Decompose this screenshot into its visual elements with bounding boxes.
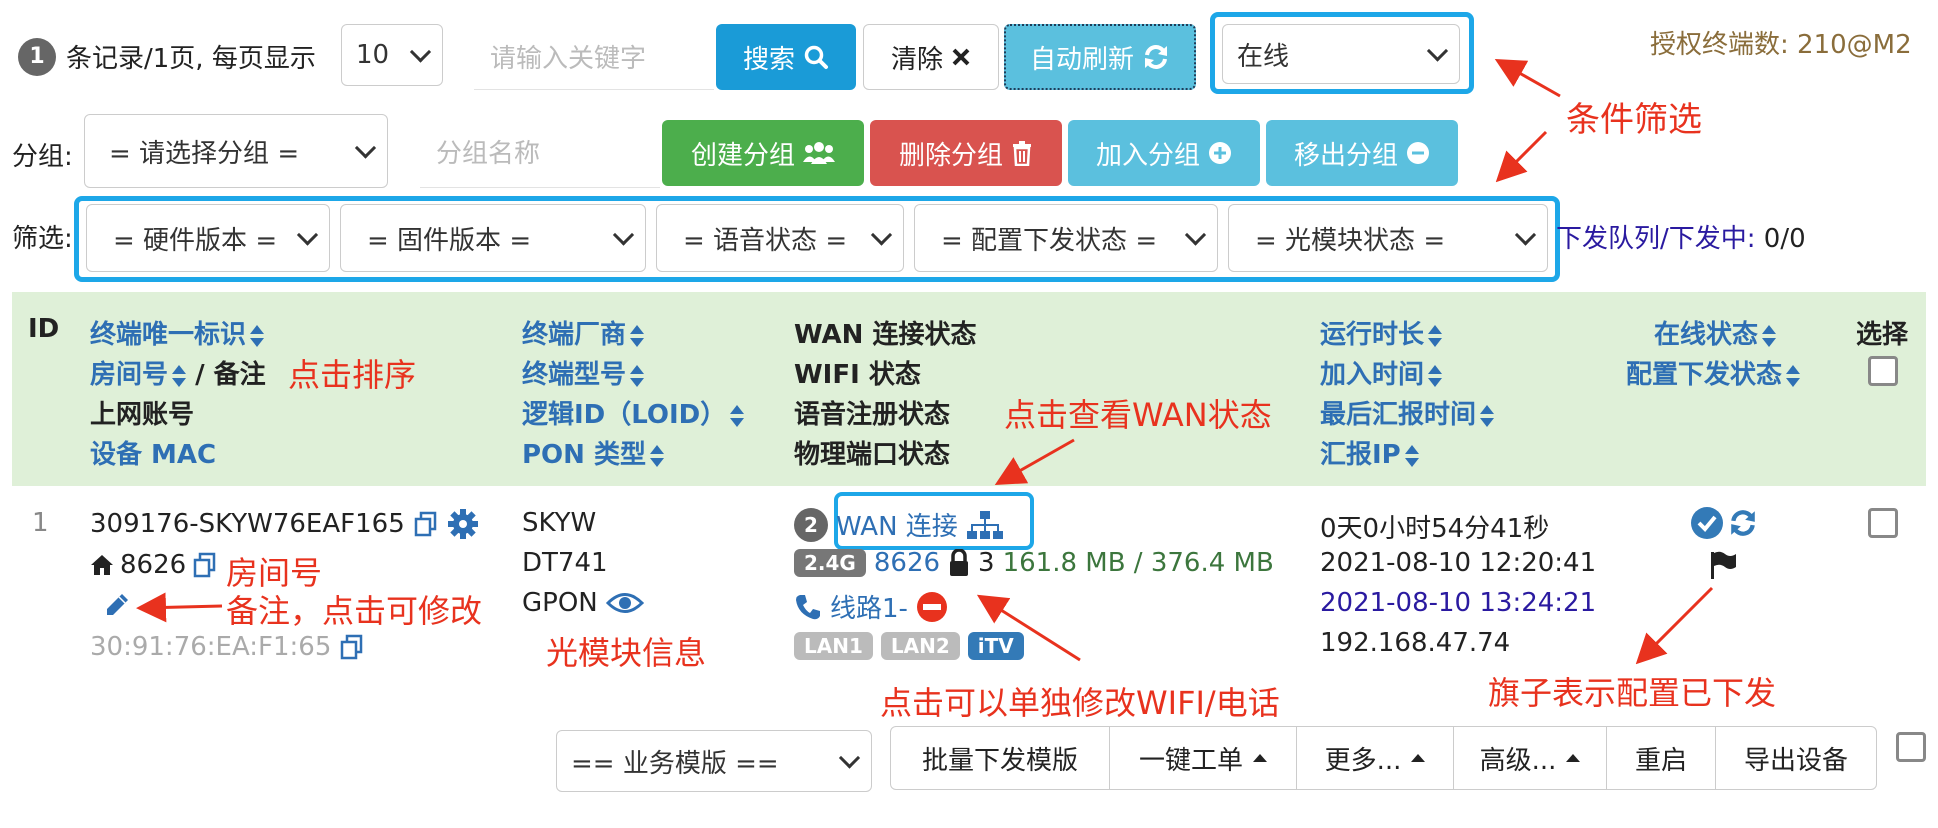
arrow-wan [994,438,1075,485]
arrow-wifi [976,594,1081,662]
arrow-note [136,592,223,623]
arrow-filter-top [1494,59,1561,98]
arrow-flag [1635,586,1714,665]
annotation-arrows [136,59,1714,665]
arrow-filter-bottom [1495,130,1548,183]
